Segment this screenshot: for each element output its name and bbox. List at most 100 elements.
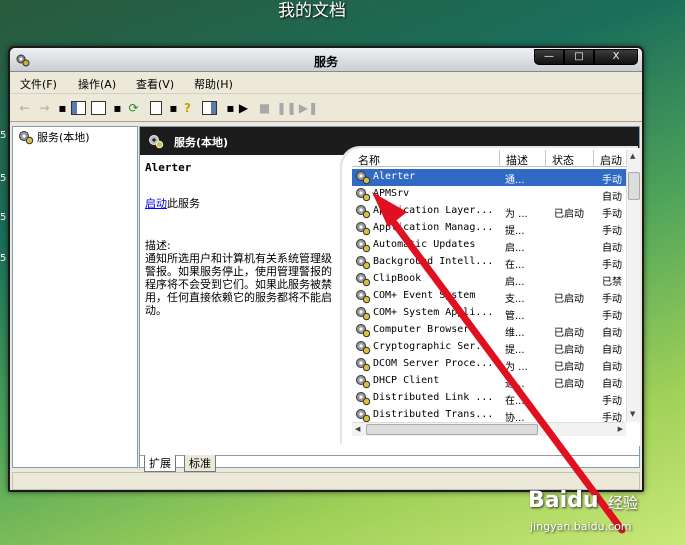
service-description: 描述: 通知所选用户和计算机有关系统管理级警报。如果服务停止，使用管理警报的程序… <box>145 239 341 317</box>
details-pane: 服务(本地) Alerter 启动此服务 描述: 通知所选用户和计算机有关系统管… <box>139 126 640 472</box>
table-row[interactable]: COM+ System Appli... 管... 手动 <box>352 305 626 322</box>
extended-info-panel: Alerter 启动此服务 描述: 通知所选用户和计算机有关系统管理级警报。如果… <box>140 155 338 455</box>
maximize-button[interactable]: □ <box>564 49 594 65</box>
baidu-jingyan-watermark: Baidu 经验 jingyan.baidu.com <box>526 488 676 538</box>
tree-item-label: 服务(本地) <box>37 131 90 144</box>
desktop-title: 我的文档 <box>278 1 346 21</box>
horizontal-scrollbar[interactable]: ◀ ▶ <box>352 422 626 436</box>
service-gear-icon <box>356 256 371 270</box>
service-startup-type: 自动 <box>602 328 622 339</box>
table-row[interactable]: COM+ Event System 支... 已启动 手动 <box>352 288 626 305</box>
menu-action[interactable]: 操作(A) <box>78 76 116 92</box>
service-startup-type: 自动 <box>602 362 622 373</box>
service-status: 已启动 <box>554 328 584 339</box>
service-startup-type: 自动 <box>602 192 622 203</box>
close-button[interactable]: X <box>594 49 638 65</box>
title-bar[interactable]: 服务 — □ X <box>10 48 642 72</box>
vertical-scrollbar[interactable]: ▲ ▼ <box>626 150 640 422</box>
scroll-down-icon[interactable]: ▼ <box>630 410 635 418</box>
service-name: Background Intell... <box>373 256 494 267</box>
table-row[interactable]: Distributed Trans... 协... 手动 <box>352 407 626 422</box>
service-gear-icon <box>356 392 371 406</box>
start-icon[interactable]: ▶ <box>235 99 252 116</box>
service-gear-icon <box>356 171 371 185</box>
export-list-icon[interactable] <box>147 99 164 116</box>
table-row[interactable]: ClipBook 启... 已禁 <box>352 271 626 288</box>
table-row[interactable]: Automatic Updates 启... 自动 <box>352 237 626 254</box>
column-header-description[interactable]: 描述 <box>500 150 546 167</box>
watermark-logo: Baidu <box>528 488 599 513</box>
service-gear-icon <box>356 188 371 202</box>
details-header-title: 服务(本地) <box>174 136 229 149</box>
service-description-cell: 管... <box>505 311 525 322</box>
toolbar: ← → ▪ ▪ ⟳ ▪ ? ▪ ▶ ■ ❚❚ ▶❚ <box>10 94 642 122</box>
show-hide-console-tree-icon[interactable] <box>70 99 87 116</box>
service-gear-icon <box>356 409 371 422</box>
properties-icon[interactable] <box>90 99 107 116</box>
tree-item-services-local[interactable]: 服务(本地) <box>18 129 90 145</box>
show-hide-action-pane-icon[interactable] <box>201 99 218 116</box>
table-row[interactable]: APMSrv 自动 <box>352 186 626 203</box>
table-row[interactable]: Application Layer... 为 ... 已启动 手动 <box>352 203 626 220</box>
scroll-right-icon[interactable]: ▶ <box>618 425 623 433</box>
list-header: 名称 描述 状态 启动 <box>352 150 626 167</box>
service-startup-type: 已禁 <box>602 277 622 288</box>
menu-view[interactable]: 查看(V) <box>136 76 174 92</box>
tab-standard[interactable]: 标准 <box>184 455 216 472</box>
forward-arrow-icon[interactable]: → <box>36 99 53 116</box>
help-icon[interactable]: ? <box>179 99 196 116</box>
service-description-cell: 通... <box>505 175 525 186</box>
start-service-link[interactable]: 启动 <box>145 197 167 210</box>
service-gear-icon <box>356 375 371 389</box>
table-row[interactable]: DHCP Client 通... 已启动 自动 <box>352 373 626 390</box>
back-arrow-icon[interactable]: ← <box>16 99 33 116</box>
services-list-view: 名称 描述 状态 启动 Alerter 通... 手动 APMSrv 自动 Applica… <box>342 148 640 446</box>
watermark-product: 经验 <box>608 494 639 512</box>
service-name: Application Manag... <box>373 222 494 233</box>
table-row[interactable]: Alerter 通... 手动 <box>352 169 626 186</box>
service-startup-type: 手动 <box>602 311 622 322</box>
service-name: COM+ System Appli... <box>373 307 494 318</box>
service-description-cell: 提... <box>505 345 525 356</box>
pause-icon[interactable]: ❚❚ <box>276 99 296 116</box>
column-header-name[interactable]: 名称 <box>352 150 500 167</box>
service-description-cell: 通... <box>505 379 525 390</box>
service-startup-type: 手动 <box>602 209 622 220</box>
table-row[interactable]: Distributed Link ... 在... 手动 <box>352 390 626 407</box>
service-startup-type: 手动 <box>602 226 622 237</box>
restart-icon[interactable]: ▶❚ <box>299 99 318 116</box>
service-description-cell: 提... <box>505 226 525 237</box>
service-name: Distributed Trans... <box>373 409 494 420</box>
table-row[interactable]: Cryptographic Ser... 提... 已启动 自动 <box>352 339 626 356</box>
scroll-left-icon[interactable]: ◀ <box>355 425 360 433</box>
list-rows: Alerter 通... 手动 APMSrv 自动 Application Layer..… <box>352 169 626 422</box>
service-description-cell: 维... <box>505 328 525 339</box>
minimize-button[interactable]: — <box>534 49 564 65</box>
service-startup-type: 手动 <box>602 294 622 305</box>
stop-icon[interactable]: ■ <box>256 99 273 116</box>
service-startup-type: 自动 <box>602 243 622 254</box>
service-name: DHCP Client <box>373 375 440 386</box>
scroll-up-icon[interactable]: ▲ <box>630 152 635 160</box>
horizontal-scroll-thumb[interactable] <box>366 424 538 435</box>
menu-help[interactable]: 帮助(H) <box>194 76 233 92</box>
table-row[interactable]: Background Intell... 在... 手动 <box>352 254 626 271</box>
service-gear-icon <box>356 341 371 355</box>
column-header-status[interactable]: 状态 <box>546 150 594 167</box>
table-row[interactable]: Application Manag... 提... 手动 <box>352 220 626 237</box>
console-tree: 服务(本地) <box>12 126 138 468</box>
service-gear-icon <box>356 205 371 219</box>
service-description-cell: 在... <box>505 260 525 271</box>
table-row[interactable]: Computer Browser 维... 已启动 自动 <box>352 322 626 339</box>
tab-extended[interactable]: 扩展 <box>144 455 176 472</box>
service-description-cell: 支... <box>505 294 525 305</box>
table-row[interactable]: DCOM Server Proce... 为 ... 已启动 自动 <box>352 356 626 373</box>
service-name: APMSrv <box>373 188 410 199</box>
vertical-scroll-thumb[interactable] <box>628 172 640 200</box>
service-name: Distributed Link ... <box>373 392 494 403</box>
service-gear-icon <box>356 358 371 372</box>
service-name: Application Layer... <box>373 205 494 216</box>
menu-file[interactable]: 文件(F) <box>20 76 57 92</box>
refresh-icon[interactable]: ⟳ <box>125 99 142 116</box>
menu-bar: 文件(F) 操作(A) 查看(V) 帮助(H) <box>10 72 642 94</box>
